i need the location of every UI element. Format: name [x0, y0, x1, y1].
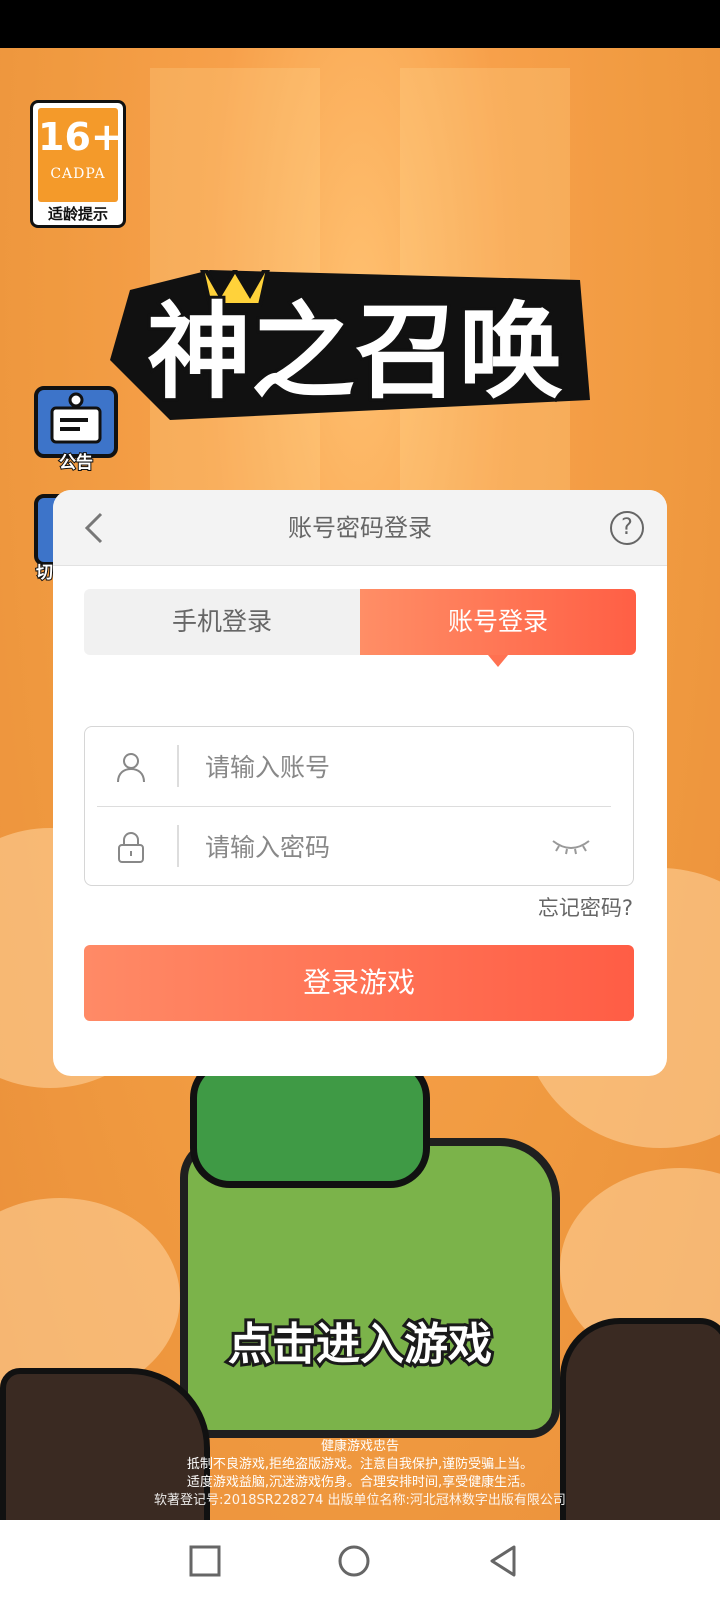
- system-nav-bar: [0, 1520, 720, 1600]
- input-separator: [177, 825, 179, 867]
- help-icon[interactable]: ?: [610, 511, 644, 545]
- tab-phone-login[interactable]: 手机登录: [84, 589, 360, 655]
- forgot-password-link[interactable]: 忘记密码?: [503, 888, 633, 928]
- account-row: [85, 727, 633, 807]
- tap-to-enter-hint[interactable]: 点击进入游戏: [0, 1308, 720, 1373]
- footer-line: 适度游戏益脑,沉迷游戏伤身。合理安排时间,享受健康生活。: [186, 1475, 534, 1490]
- status-bar: [0, 0, 720, 48]
- footer-line: 软著登记号:2018SR228274 出版单位名称:河北冠林数字出版有限公司: [154, 1493, 566, 1508]
- password-input[interactable]: [205, 823, 525, 871]
- square-nav-icon[interactable]: [188, 1544, 222, 1578]
- dialog-header: 账号密码登录 ?: [53, 490, 667, 566]
- health-advice-footer: 健康游戏忠告 抵制不良游戏,拒绝盗版游戏。注意自我保护,谨防受骗上当。 适度游戏…: [0, 1438, 720, 1510]
- footer-title: 健康游戏忠告: [320, 1439, 399, 1454]
- age-rating-number: 16+: [38, 115, 123, 159]
- switch-label: 切: [35, 562, 54, 584]
- age-rating-badge: 16+ CADPA 适龄提示: [30, 100, 126, 228]
- dialog-title: 账号密码登录: [288, 514, 432, 542]
- user-icon: [117, 753, 145, 783]
- lock-icon: [118, 832, 144, 863]
- notice-button[interactable]: 公告: [34, 386, 118, 474]
- age-rating-tip: 适龄提示: [47, 205, 108, 223]
- notice-label: 公告: [58, 452, 94, 474]
- tab-account-label: 账号登录: [447, 607, 548, 636]
- triangle-back-icon[interactable]: [486, 1544, 520, 1578]
- age-rating-org: CADPA: [50, 166, 106, 182]
- tab-pointer: [488, 655, 508, 667]
- login-dialog: 账号密码登录 ? 手机登录 账号登录 请输入账号 忘记密码? 登录游戏: [53, 490, 667, 1076]
- password-row: [85, 807, 633, 887]
- back-icon[interactable]: [77, 510, 113, 546]
- logo-text: 神之召唤: [147, 291, 563, 413]
- hero-character: [190, 1058, 430, 1188]
- login-tabs: 手机登录 账号登录: [84, 589, 636, 667]
- account-input[interactable]: [205, 743, 525, 791]
- footer-line: 抵制不良游戏,拒绝盗版游戏。注意自我保护,谨防受骗上当。: [186, 1457, 534, 1472]
- input-separator: [177, 745, 179, 787]
- game-logo: 神之召唤: [110, 270, 590, 420]
- tab-account-login[interactable]: 账号登录: [360, 589, 636, 667]
- credentials-box: [84, 726, 634, 886]
- login-button[interactable]: 登录游戏: [84, 945, 634, 1021]
- circle-nav-icon[interactable]: [337, 1544, 371, 1578]
- eye-closed-icon[interactable]: [551, 835, 591, 859]
